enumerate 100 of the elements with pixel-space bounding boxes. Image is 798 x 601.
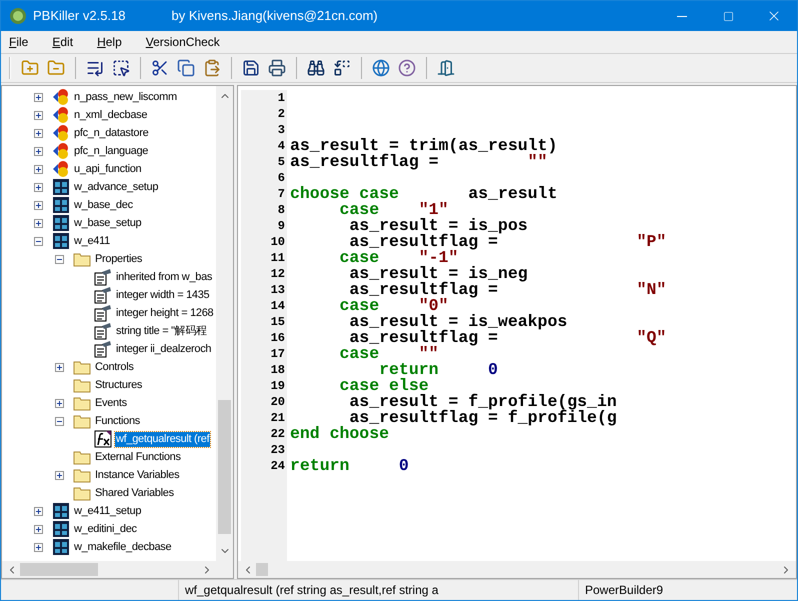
expand-toggle[interactable] (34, 218, 43, 228)
window-icon (52, 196, 70, 214)
menu-item[interactable]: File (9, 33, 28, 51)
help-icon (398, 59, 416, 77)
folder-icon (73, 377, 91, 393)
horizontal-scrollbar[interactable] (238, 561, 796, 578)
printer-icon (268, 59, 286, 77)
tree-item[interactable]: string title = "解码程 (115, 324, 208, 338)
tree-item[interactable]: w_e411_setup (73, 504, 142, 518)
expand-toggle[interactable] (34, 110, 43, 120)
tree-item[interactable]: n_pass_new_liscomm (73, 90, 178, 104)
tree-item[interactable]: u_api_function (73, 162, 142, 176)
tree-item[interactable]: Structures (94, 378, 144, 392)
scrollbar-thumb[interactable] (20, 563, 98, 576)
expand-toggle[interactable] (34, 200, 43, 210)
window-icon (52, 232, 70, 250)
line-number: 17 (270, 346, 285, 362)
code-line: as_resultflag = f_profile(g (349, 410, 617, 426)
window-icon (52, 538, 70, 556)
line-number: 24 (270, 458, 285, 474)
tree-item[interactable]: integer width = 1435 (115, 288, 210, 302)
scrollbar-thumb[interactable] (256, 563, 268, 576)
tree-item[interactable]: n_xml_decbase (73, 108, 148, 122)
folder-icon (73, 485, 91, 501)
line-number: 6 (278, 170, 285, 186)
tree-item[interactable]: w_base_setup (73, 216, 142, 230)
line-number: 15 (270, 314, 285, 330)
tree-item[interactable]: Instance Variables (94, 468, 180, 482)
tree-item[interactable]: w_e411 (73, 234, 111, 248)
line-number: 2 (278, 106, 285, 122)
horizontal-scrollbar[interactable] (2, 561, 233, 578)
tree-item[interactable]: w_makefile_decbase (73, 540, 172, 554)
tree-item[interactable]: External Functions (94, 450, 182, 464)
expand-toggle[interactable] (34, 182, 43, 192)
list-arrow-icon (86, 59, 104, 77)
expand-toggle[interactable] (34, 128, 43, 138)
expand-toggle[interactable] (34, 542, 43, 552)
copy-icon (177, 59, 195, 77)
line-number: 9 (278, 218, 285, 234)
line-number: 4 (278, 138, 285, 154)
expand-toggle[interactable] (55, 470, 64, 480)
tree-item[interactable]: Shared Variables (94, 486, 175, 500)
scissors-icon (151, 59, 169, 77)
expand-toggle[interactable] (34, 524, 43, 534)
save-icon (242, 59, 260, 77)
expand-toggle[interactable] (34, 146, 43, 156)
line-number: 19 (270, 378, 285, 394)
expand-toggle[interactable] (34, 164, 43, 174)
app-logo-icon (9, 7, 27, 25)
tree-item[interactable]: inherited from w_bas (115, 270, 214, 284)
window-icon (52, 502, 70, 520)
object-icon (52, 142, 70, 160)
tree-item[interactable]: Controls (94, 360, 135, 374)
folder-minus-icon (47, 59, 65, 77)
tree-item[interactable]: integer height = 1268 (115, 306, 214, 320)
tree-item[interactable]: integer ii_dealzeroch (115, 342, 212, 356)
property-icon (94, 340, 112, 358)
menu-item[interactable]: Edit (52, 33, 74, 51)
line-number: 8 (278, 202, 285, 218)
code-line: as_result = is_neg (348, 266, 528, 282)
line-number: 11 (270, 250, 285, 266)
expand-toggle[interactable] (34, 506, 43, 516)
object-icon (52, 124, 70, 142)
tree-item[interactable]: w_editini_dec (73, 522, 138, 536)
tree-item[interactable]: pfc_n_datastore (73, 126, 150, 140)
tree-item[interactable]: pfc_n_language (73, 144, 150, 158)
status-text: wf_getqualresult (ref string as_result,ref string a (179, 580, 579, 600)
line-number: 18 (270, 362, 285, 378)
code-line: case else (338, 378, 429, 394)
window-icon (52, 520, 70, 538)
expand-toggle[interactable] (55, 416, 64, 426)
expand-toggle[interactable] (55, 362, 64, 372)
maximize-icon (722, 10, 734, 22)
expand-toggle[interactable] (55, 398, 64, 408)
window-icon (52, 178, 70, 196)
function-icon (94, 430, 112, 448)
line-number: 16 (270, 330, 285, 346)
tree-item[interactable]: Properties (94, 252, 144, 266)
code-line: return 0 (290, 458, 409, 474)
tree-item[interactable]: Events (94, 396, 128, 410)
expand-toggle[interactable] (34, 236, 43, 246)
folder-plus-icon (21, 59, 39, 77)
expand-toggle[interactable] (55, 254, 64, 264)
scrollbar-thumb[interactable] (218, 400, 231, 534)
tree-item[interactable]: w_base_dec (73, 198, 134, 212)
folder-icon (73, 449, 91, 465)
line-number: 12 (270, 266, 285, 282)
expand-toggle[interactable] (34, 92, 43, 102)
tree-item[interactable]: w_advance_setup (73, 180, 160, 194)
replace-icon (333, 59, 351, 77)
paste-icon (203, 59, 221, 77)
line-number: 13 (270, 282, 285, 298)
code-line: as_result = is_pos (348, 218, 528, 234)
menu-item[interactable]: Help (97, 33, 122, 51)
vertical-scrollbar[interactable] (216, 86, 233, 561)
object-icon (52, 106, 70, 124)
tree-item[interactable]: Functions (94, 414, 141, 428)
menu-item[interactable]: VersionCheck (146, 33, 220, 51)
folder-icon (73, 395, 91, 411)
tree-item[interactable]: wf_getqualresult (ref (115, 432, 210, 446)
